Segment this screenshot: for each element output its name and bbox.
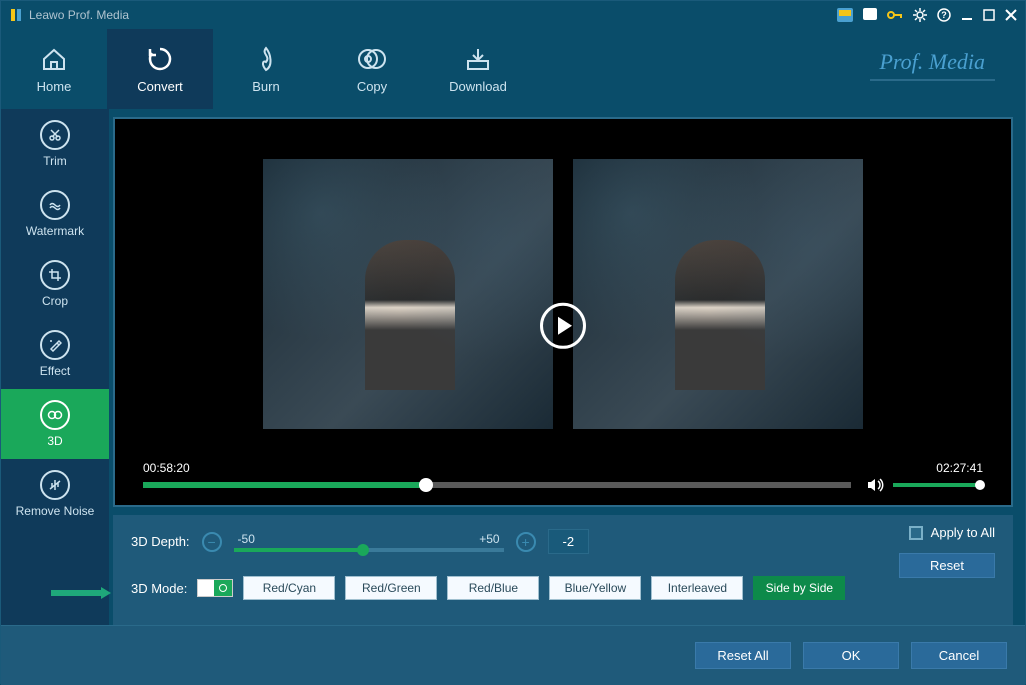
mode-blue-yellow[interactable]: Blue/Yellow: [549, 576, 641, 600]
watermark-icon: [40, 190, 70, 220]
volume-icon[interactable]: [867, 477, 885, 493]
maximize-icon[interactable]: [983, 9, 995, 21]
sidebar-item-effect[interactable]: Effect: [1, 319, 109, 389]
effect-icon: [40, 330, 70, 360]
download-icon: [464, 45, 492, 73]
video-frame-right: [573, 159, 863, 429]
brand-text: Prof. Media: [870, 49, 996, 81]
nav-download[interactable]: Download: [425, 29, 531, 109]
ok-button[interactable]: OK: [803, 642, 899, 669]
reset-button[interactable]: Reset: [899, 553, 995, 578]
app-title: Leawo Prof. Media: [29, 8, 837, 22]
reset-all-button[interactable]: Reset All: [695, 642, 791, 669]
nav-burn[interactable]: Burn: [213, 29, 319, 109]
video-frames: [115, 159, 1011, 429]
nav-convert[interactable]: Convert: [107, 29, 213, 109]
sidebar-item-3d[interactable]: 3D: [1, 389, 109, 459]
nav-label: Convert: [137, 79, 183, 94]
top-nav: Home Convert Burn Copy Download Prof. Me…: [1, 29, 1025, 109]
crop-icon: [40, 260, 70, 290]
home-icon: [40, 45, 68, 73]
nav-label: Download: [449, 79, 507, 94]
mode-label: 3D Mode:: [131, 581, 187, 596]
nav-label: Copy: [357, 79, 387, 94]
sidebar-item-label: Crop: [42, 294, 68, 308]
depth-max: +50: [479, 532, 499, 546]
close-icon[interactable]: [1005, 9, 1017, 21]
depth-value: -2: [548, 529, 590, 554]
copy-icon: [358, 45, 386, 73]
mode-interleaved[interactable]: Interleaved: [651, 576, 743, 600]
key-icon[interactable]: [887, 8, 903, 22]
depth-thumb[interactable]: [357, 544, 369, 556]
convert-icon: [146, 45, 174, 73]
play-button[interactable]: [540, 303, 586, 349]
sidebar-item-label: Watermark: [26, 224, 84, 238]
seek-bar[interactable]: [143, 482, 851, 488]
seek-thumb[interactable]: [419, 478, 433, 492]
3d-mode-toggle[interactable]: [197, 579, 233, 597]
nav-label: Home: [37, 79, 72, 94]
app-logo-icon: [9, 8, 23, 22]
footer: Reset All OK Cancel: [1, 625, 1025, 685]
svg-text:?: ?: [941, 10, 947, 20]
sidebar-item-remove-noise[interactable]: Remove Noise: [1, 459, 109, 529]
minimize-icon[interactable]: [961, 9, 973, 21]
cancel-button[interactable]: Cancel: [911, 642, 1007, 669]
sidebar-item-label: Effect: [40, 364, 70, 378]
3d-panel: 3D Depth: − -50 +50 + -2 Apply to All Re…: [113, 515, 1013, 625]
sidebar-item-crop[interactable]: Crop: [1, 249, 109, 319]
settings-icon[interactable]: [913, 8, 927, 22]
mode-red-cyan[interactable]: Red/Cyan: [243, 576, 335, 600]
video-preview: 00:58:20 02:27:41: [113, 117, 1013, 507]
edit-sidebar: Trim Watermark Crop Effect 3D Remove Noi…: [1, 109, 109, 625]
hint-arrow-icon: [51, 587, 111, 599]
sidebar-item-label: 3D: [47, 434, 62, 448]
depth-label: 3D Depth:: [131, 534, 190, 549]
titlebar: Leawo Prof. Media ?: [1, 1, 1025, 29]
mode-red-blue[interactable]: Red/Blue: [447, 576, 539, 600]
depth-slider[interactable]: -50 +50: [234, 532, 504, 552]
current-time: 00:58:20: [143, 461, 190, 475]
help-icon[interactable]: ?: [937, 8, 951, 22]
3d-icon: [40, 400, 70, 430]
sidebar-item-label: Trim: [43, 154, 67, 168]
mode-side-by-side[interactable]: Side by Side: [753, 576, 845, 600]
apply-all-checkbox[interactable]: [909, 526, 923, 540]
mode-red-green[interactable]: Red/Green: [345, 576, 437, 600]
depth-min: -50: [238, 532, 255, 546]
sidebar-item-label: Remove Noise: [16, 504, 95, 518]
total-time: 02:27:41: [936, 461, 983, 475]
trim-icon: [40, 120, 70, 150]
depth-decrease-button[interactable]: −: [202, 532, 222, 552]
apply-all-label: Apply to All: [931, 525, 995, 540]
volume-bar[interactable]: [893, 483, 983, 487]
remove-noise-icon: [40, 470, 70, 500]
burn-icon: [252, 45, 280, 73]
titlebar-badge-icon[interactable]: [837, 8, 853, 22]
sidebar-item-watermark[interactable]: Watermark: [1, 179, 109, 249]
nav-home[interactable]: Home: [1, 29, 107, 109]
nav-label: Burn: [252, 79, 279, 94]
video-frame-left: [263, 159, 553, 429]
notification-icon[interactable]: [863, 8, 877, 22]
sidebar-item-trim[interactable]: Trim: [1, 109, 109, 179]
depth-increase-button[interactable]: +: [516, 532, 536, 552]
nav-copy[interactable]: Copy: [319, 29, 425, 109]
